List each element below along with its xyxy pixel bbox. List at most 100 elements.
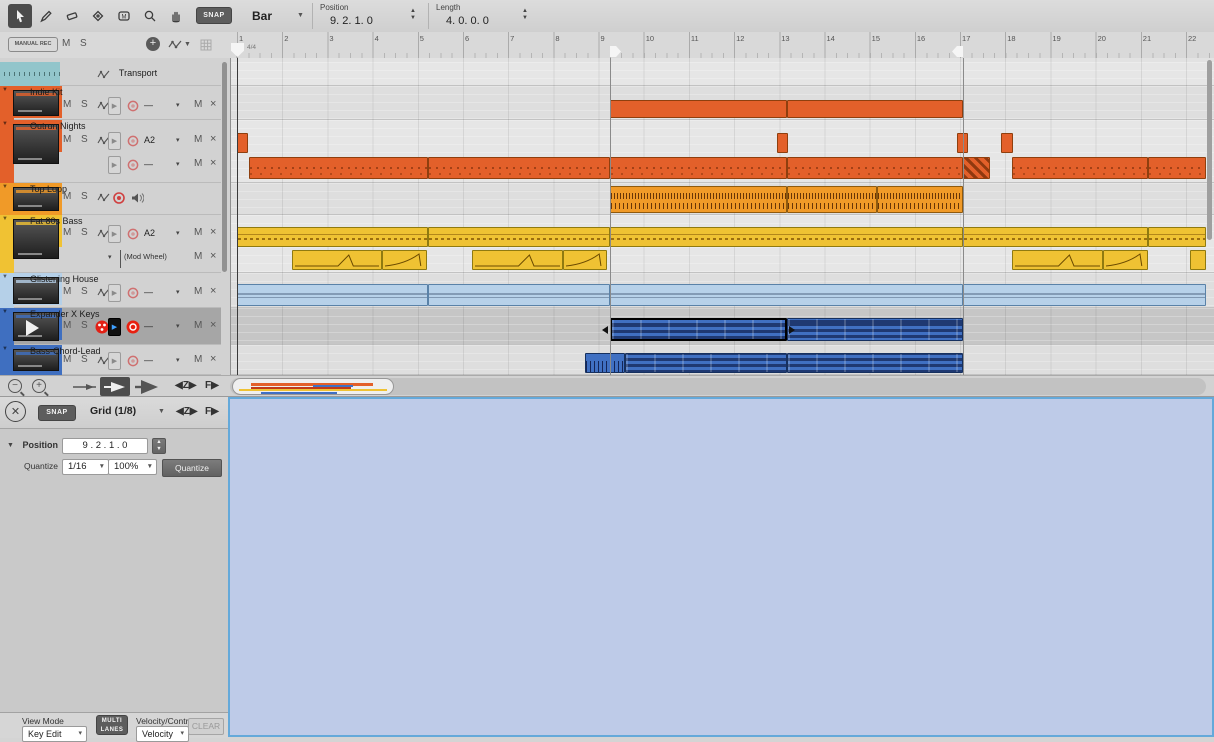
track-row-fat-80s-bass[interactable]: ▼Fat 80s BassMS▶A2▾M×▾(Mod Wheel)M× (0, 215, 221, 273)
clip[interactable] (237, 227, 428, 247)
lane-dropdown-icon[interactable]: ▾ (176, 136, 180, 144)
lane-dropdown-icon[interactable]: ▾ (176, 356, 180, 364)
select-tool[interactable] (8, 4, 32, 28)
folder-arrow-icon[interactable]: ▼ (2, 121, 8, 127)
clip[interactable] (1148, 157, 1206, 179)
folder-arrow-icon[interactable]: ▼ (2, 216, 8, 222)
clip[interactable] (777, 133, 788, 153)
quantize-button[interactable]: Quantize (162, 459, 222, 477)
clip[interactable] (1148, 227, 1206, 247)
multi-lanes-button[interactable]: MULTI LANES (96, 715, 128, 735)
track-mute-button[interactable]: M (63, 354, 71, 365)
selected-clip[interactable] (610, 318, 787, 341)
track-solo-button[interactable]: S (81, 354, 88, 365)
track-mute-button[interactable]: M (63, 134, 71, 145)
folder-arrow-icon[interactable]: ▼ (2, 87, 8, 93)
folder-arrow-icon[interactable]: ▼ (2, 274, 8, 280)
lane-target-value[interactable]: A2 (144, 135, 172, 145)
snap-grid-select[interactable]: Bar (252, 9, 272, 23)
razor-tool[interactable] (86, 4, 110, 28)
arrangement-ruler[interactable]: 123456789101112131415161718192021224/4 (230, 32, 1214, 59)
track-height-medium-button[interactable] (100, 377, 130, 396)
arrangement-hscroll-thumb[interactable] (232, 378, 394, 395)
grid-view-icon[interactable] (200, 39, 212, 51)
clip[interactable] (787, 353, 963, 373)
loop-right-marker[interactable] (952, 46, 963, 57)
lane-play-button[interactable]: ▶ (108, 352, 121, 370)
clip[interactable] (787, 186, 877, 213)
track-height-small-button[interactable] (72, 381, 98, 393)
manual-rec-button[interactable]: MANUAL REC (8, 37, 58, 52)
record-enable-icon[interactable] (127, 355, 139, 367)
lane-mute-button[interactable]: M (194, 99, 202, 110)
eraser-tool[interactable] (60, 4, 84, 28)
automation-dropdown-icon[interactable]: ▼ (184, 41, 191, 48)
clip[interactable] (1001, 133, 1013, 153)
lane-target-value[interactable]: A2 (144, 228, 172, 238)
lane-mute-button[interactable]: M (194, 354, 202, 365)
editor-grid-dropdown-icon[interactable]: ▼ (158, 408, 165, 415)
track-mute-button[interactable]: M (63, 320, 71, 331)
track-row-outrun-nights[interactable]: ▼Outrun NightsMS▶A2▾M×▶—▾M× (0, 120, 221, 183)
length-value[interactable]: 4. 0. 0. 0 (446, 15, 489, 27)
quantize-strength-select[interactable]: 100%▼ (108, 459, 157, 475)
clip-right-handle[interactable] (789, 326, 795, 334)
lane-mute-button[interactable]: M (194, 286, 202, 297)
track-mute-button[interactable]: M (63, 99, 71, 110)
track-row-transport[interactable]: Transport (0, 62, 221, 86)
follow-button[interactable]: F▶ (205, 380, 219, 391)
record-enable-icon[interactable] (127, 100, 139, 112)
editor-grid-select[interactable]: Grid (1/8) (90, 405, 136, 417)
track-mute-button[interactable]: M (63, 227, 71, 238)
dice-icon[interactable] (95, 320, 109, 334)
track-row-indie-kit[interactable]: ▼Indie KitMS▶—▾M× (0, 86, 221, 120)
record-enable-icon[interactable] (113, 192, 125, 204)
zoom-z-button[interactable]: ◀Z▶ (175, 380, 197, 391)
clip[interactable] (585, 353, 625, 373)
track-mute-button[interactable]: M (63, 286, 71, 297)
clear-button[interactable]: CLEAR (188, 718, 224, 735)
clip[interactable] (237, 133, 248, 153)
lane-mute-button[interactable]: M (194, 227, 202, 238)
lane-play-button[interactable]: ▶ (108, 156, 121, 174)
clip[interactable] (1103, 250, 1148, 270)
lane-delete-button[interactable]: × (210, 133, 216, 145)
folder-arrow-icon[interactable]: ▼ (2, 346, 8, 352)
lane-delete-button[interactable]: × (210, 319, 216, 331)
sub-lane-mute-button[interactable]: M (194, 251, 202, 262)
mute-tool[interactable]: M (112, 4, 136, 28)
lane-target-value[interactable]: — (144, 159, 172, 169)
track-solo-button[interactable]: S (81, 99, 88, 110)
record-active-icon[interactable] (126, 320, 140, 334)
editor-zoom-z-button[interactable]: ◀Z▶ (176, 406, 198, 417)
position-value[interactable]: 9. 2. 1. 0 (330, 15, 373, 27)
track-height-large-button[interactable] (134, 379, 162, 395)
clip[interactable] (625, 353, 787, 373)
speaker-icon[interactable] (131, 192, 144, 204)
track-mute-button[interactable]: M (63, 191, 71, 202)
clip[interactable] (292, 250, 382, 270)
lane-target-value[interactable]: — (144, 100, 172, 110)
lane-mute-button[interactable]: M (194, 320, 202, 331)
lane-delete-button[interactable]: × (210, 226, 216, 238)
record-enable-icon[interactable] (127, 135, 139, 147)
track-row-bass-chord-lead[interactable]: ▼Bass-Chord-LeadMS▶—▾M× (0, 345, 221, 375)
arrangement-lane[interactable] (230, 62, 1214, 86)
lane-dropdown-icon[interactable]: ▾ (176, 229, 180, 237)
clip[interactable] (382, 250, 427, 270)
track-row-glistening-house[interactable]: ▼Glistening HouseMS▶—▾M× (0, 273, 221, 308)
clip[interactable] (963, 284, 1206, 306)
clip[interactable] (428, 227, 610, 247)
clip[interactable] (472, 250, 563, 270)
lane-dropdown-icon[interactable]: ▾ (176, 101, 180, 109)
track-solo-button[interactable]: S (81, 191, 88, 202)
lane-play-button[interactable]: ▶ (108, 97, 121, 115)
clip[interactable] (787, 318, 963, 341)
sub-lane-dropdown-icon[interactable]: ▾ (108, 253, 112, 261)
clip[interactable] (249, 157, 428, 179)
clip[interactable] (787, 157, 963, 179)
clip[interactable] (610, 186, 787, 213)
length-stepper[interactable]: ▲▼ (520, 8, 530, 22)
track-list-vscroll-thumb[interactable] (222, 62, 227, 272)
master-solo-button[interactable]: S (80, 38, 87, 49)
